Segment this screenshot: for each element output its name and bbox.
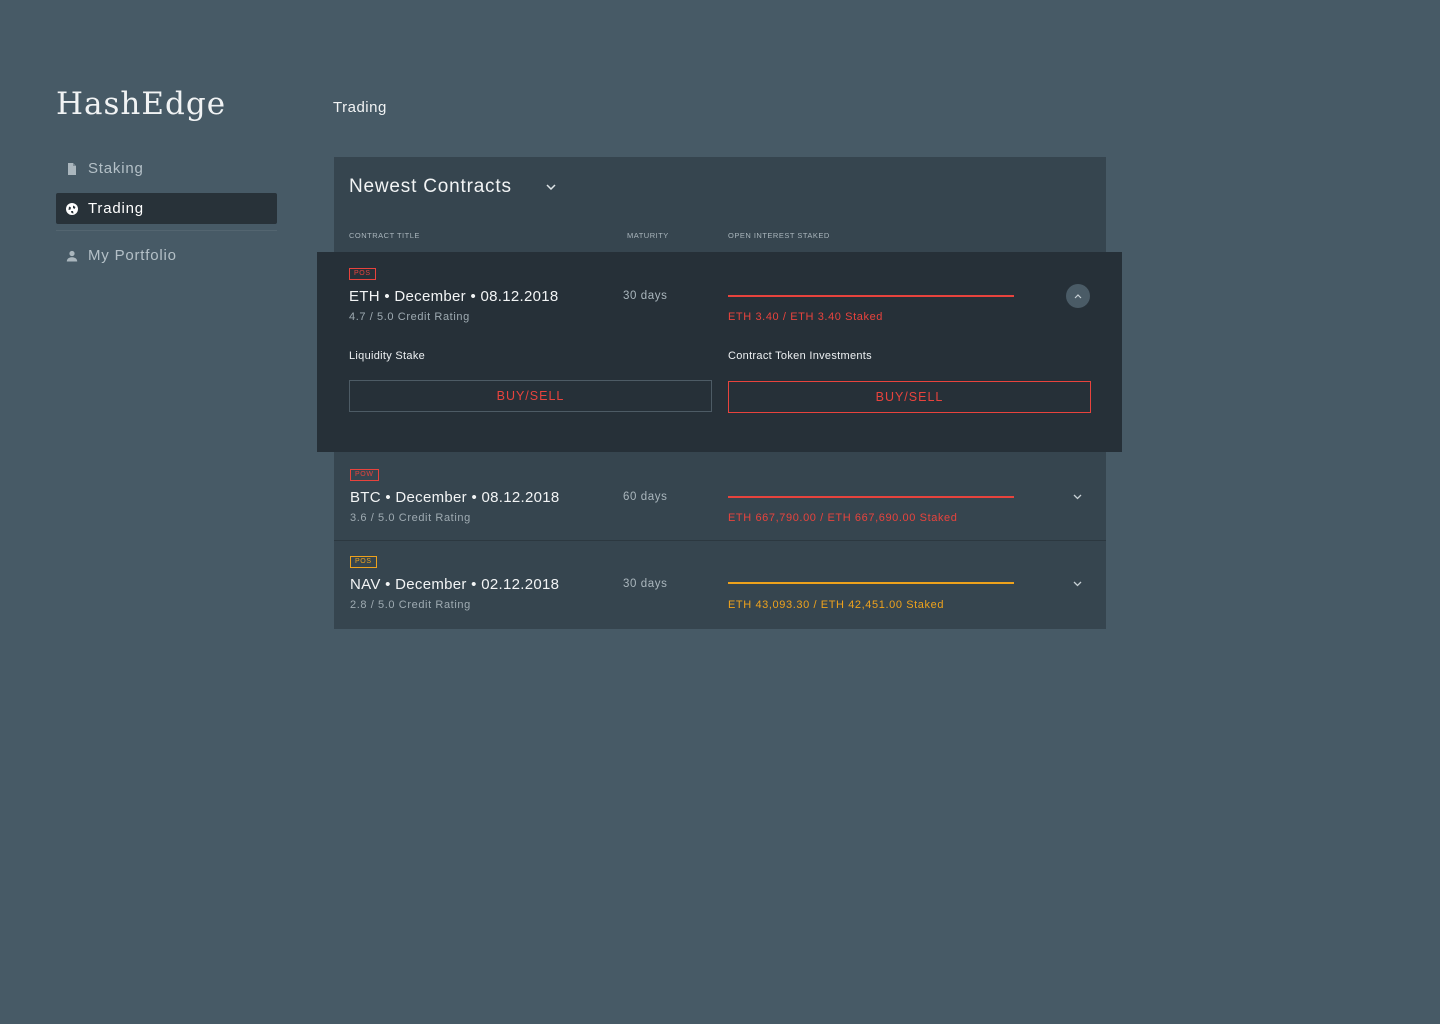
column-header-maturity: MATURITY <box>627 231 669 240</box>
contract-title: NAV • December • 02.12.2018 <box>350 576 560 593</box>
user-icon <box>65 249 79 263</box>
chevron-down-icon <box>1073 494 1082 500</box>
sidebar-item-label: My Portfolio <box>88 247 177 264</box>
collapse-row-button[interactable] <box>1066 284 1090 308</box>
contract-row[interactable]: POW BTC • December • 08.12.2018 3.6 / 5.… <box>334 453 1106 541</box>
contract-row[interactable]: POS NAV • December • 02.12.2018 2.8 / 5.… <box>334 541 1106 629</box>
staked-amount: ETH 43,093.30 / ETH 42,451.00 Staked <box>728 599 945 611</box>
contracts-filter-dropdown[interactable]: Newest Contracts <box>349 176 556 198</box>
contract-title: BTC • December • 08.12.2018 <box>350 489 560 506</box>
contract-title: ETH • December • 08.12.2018 <box>349 288 559 305</box>
maturity-value: 60 days <box>623 491 668 503</box>
credit-rating: 2.8 / 5.0 Credit Rating <box>350 599 471 611</box>
globe-icon <box>65 202 79 216</box>
stake-progress-bar <box>728 295 1014 297</box>
chevron-down-icon <box>546 184 556 190</box>
column-header-contract-title: CONTRACT TITLE <box>349 231 420 240</box>
staked-amount: ETH 3.40 / ETH 3.40 Staked <box>728 311 884 323</box>
panel-title: Newest Contracts <box>349 176 512 197</box>
consensus-badge: POS <box>350 556 377 568</box>
sidebar-nav: Staking Trading My Portfolio <box>56 153 277 280</box>
stake-progress-fill <box>728 496 1014 498</box>
document-icon <box>65 162 79 176</box>
chevron-up-icon <box>1074 293 1082 299</box>
sidebar-item-staking[interactable]: Staking <box>56 153 277 184</box>
chevron-down-icon <box>1073 581 1082 587</box>
maturity-value: 30 days <box>623 578 668 590</box>
liquidity-stake-label: Liquidity Stake <box>349 350 426 362</box>
brand-logo[interactable]: HashEdge <box>56 86 226 122</box>
contract-row-expanded[interactable]: POS ETH • December • 08.12.2018 4.7 / 5.… <box>317 252 1122 452</box>
sidebar-item-label: Trading <box>88 200 144 217</box>
page-title: Trading <box>333 99 387 116</box>
column-header-open-interest: OPEN INTEREST STAKED <box>728 231 830 240</box>
sidebar-item-trading[interactable]: Trading <box>56 193 277 224</box>
credit-rating: 4.7 / 5.0 Credit Rating <box>349 311 470 323</box>
liquidity-buy-sell-button[interactable]: BUY/SELL <box>349 380 712 412</box>
token-investments-label: Contract Token Investments <box>728 350 872 362</box>
sidebar-item-my-portfolio[interactable]: My Portfolio <box>56 240 277 271</box>
consensus-badge: POW <box>350 469 379 481</box>
stake-progress-bar <box>728 582 1014 584</box>
stake-progress-fill <box>728 582 1014 584</box>
consensus-badge: POS <box>349 268 376 280</box>
expand-row-button[interactable] <box>1065 485 1089 509</box>
token-buy-sell-button[interactable]: BUY/SELL <box>728 381 1091 413</box>
sidebar-divider <box>56 230 277 231</box>
expand-row-button[interactable] <box>1065 572 1089 596</box>
sidebar-item-label: Staking <box>88 160 144 177</box>
stake-progress-bar <box>728 496 1014 498</box>
credit-rating: 3.6 / 5.0 Credit Rating <box>350 512 471 524</box>
maturity-value: 30 days <box>623 290 668 302</box>
stake-progress-fill <box>728 295 1014 297</box>
staked-amount: ETH 667,790.00 / ETH 667,690.00 Staked <box>728 512 958 524</box>
